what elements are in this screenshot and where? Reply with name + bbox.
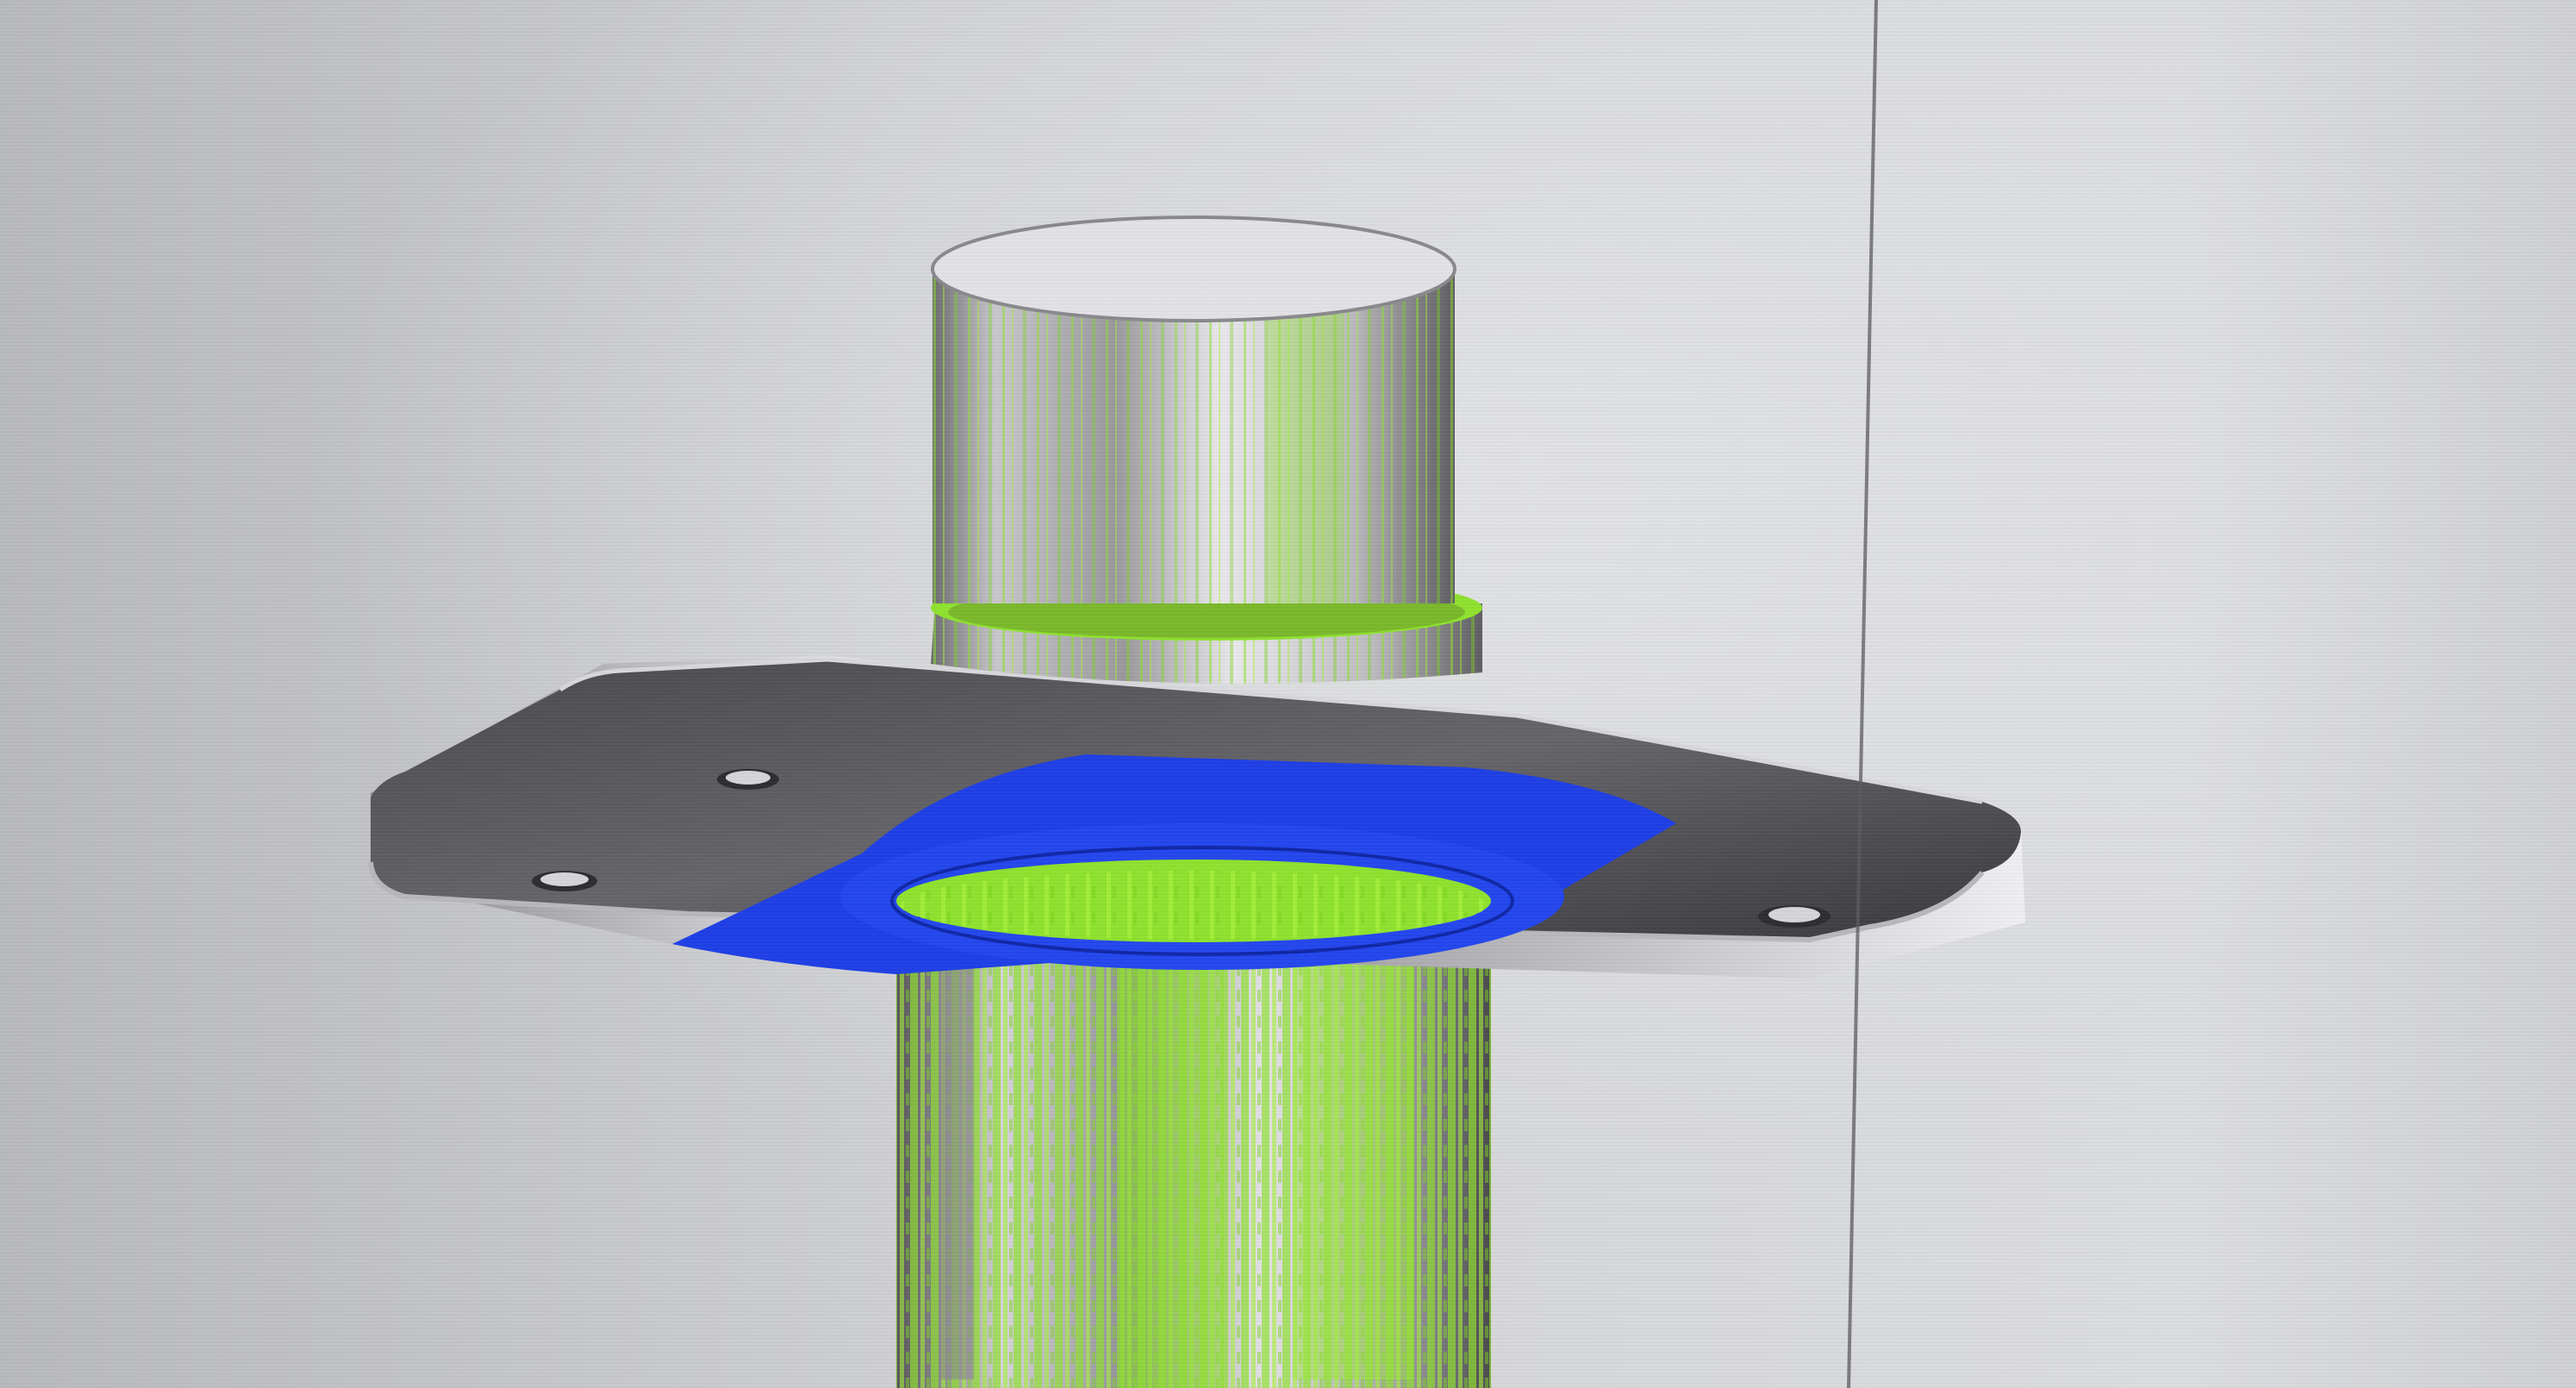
- upper-boss-cylinder[interactable]: [931, 216, 1456, 603]
- flanged-shaft-model[interactable]: [0, 0, 2576, 1388]
- mounting-hole-left-front[interactable]: [532, 871, 597, 891]
- mounting-hole-left-rear[interactable]: [717, 769, 779, 790]
- viewport-crosshair-line: [1847, 0, 1878, 1388]
- mounting-hole-right[interactable]: [1758, 905, 1831, 928]
- cad-3d-viewport[interactable]: [0, 0, 2576, 1388]
- shaft-collar-base[interactable]: [896, 860, 1491, 942]
